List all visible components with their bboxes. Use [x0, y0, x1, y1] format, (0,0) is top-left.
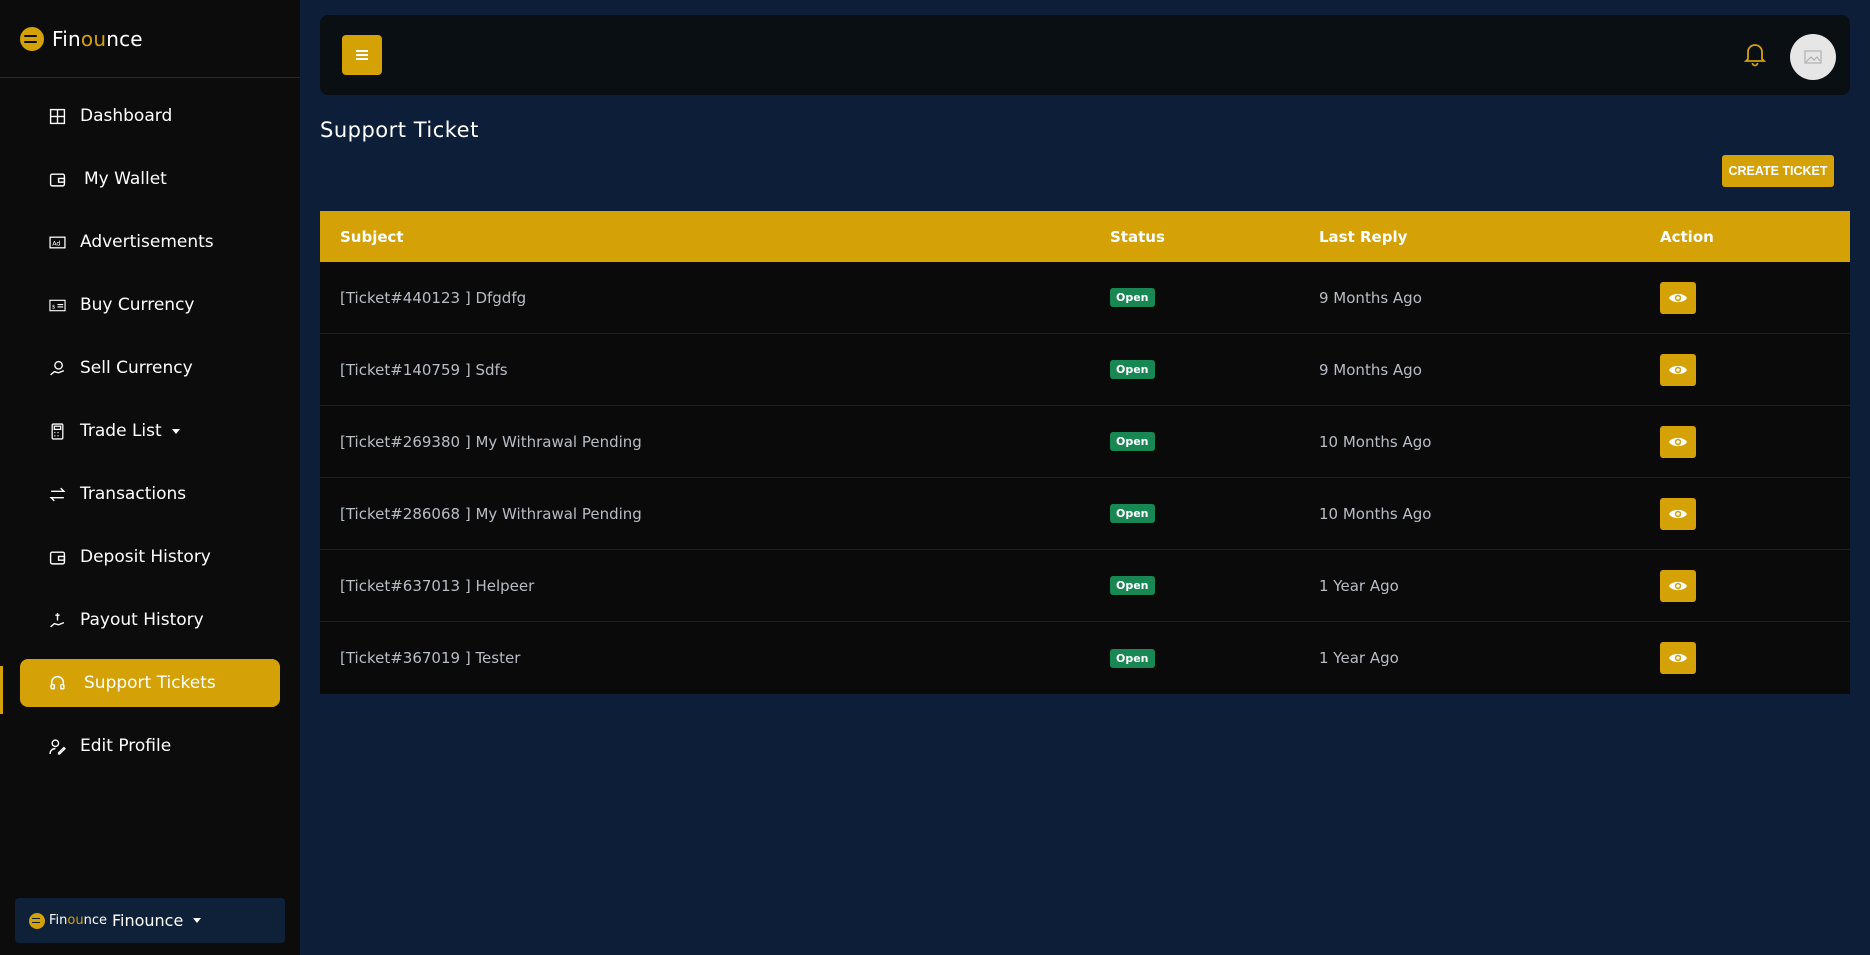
hand-money-icon — [48, 611, 66, 629]
last-reply: 9 Months Ago — [1319, 288, 1422, 307]
sidebar-item-label: My Wallet — [84, 169, 167, 189]
ticket-subject: [Ticket#637013 ] Helpeer — [340, 576, 535, 595]
brand-name: Finounce — [52, 26, 143, 51]
headset-icon — [48, 674, 66, 692]
user-menu[interactable]: Finounce Finounce — [15, 898, 285, 943]
sidebar-item-dashboard[interactable]: Dashboard — [20, 92, 280, 140]
sidebar-item-label: Deposit History — [80, 547, 211, 567]
column-header-last-reply: Last Reply — [1319, 227, 1408, 246]
sidebar-item-label: Support Tickets — [84, 673, 216, 693]
sidebar-nav: Dashboard My Wallet Ad Advertisements $ … — [0, 78, 300, 770]
grid-icon — [48, 107, 66, 125]
logo-icon — [20, 26, 44, 51]
calculator-icon — [48, 422, 66, 440]
tickets-table: Subject Status Last Reply Action [Ticket… — [320, 211, 1850, 694]
view-ticket-button[interactable] — [1660, 353, 1696, 386]
status-badge: Open — [1110, 360, 1155, 379]
status-badge: Open — [1110, 504, 1155, 523]
column-header-status: Status — [1110, 227, 1165, 246]
eye-icon — [1669, 293, 1687, 302]
sidebar-item-label: Advertisements — [80, 232, 214, 252]
sidebar-item-edit-profile[interactable]: Edit Profile — [20, 722, 280, 770]
logo-icon — [29, 912, 45, 929]
chevron-down-icon — [193, 918, 202, 923]
exchange-icon — [48, 485, 66, 503]
page-title: Support Ticket — [320, 118, 479, 142]
user-name: Finounce — [111, 911, 184, 930]
view-ticket-button[interactable] — [1660, 569, 1696, 602]
hand-coin-icon — [48, 359, 66, 377]
column-header-subject: Subject — [340, 227, 404, 246]
last-reply: 10 Months Ago — [1319, 504, 1432, 523]
footer-brand: Finounce — [49, 913, 107, 928]
last-reply: 1 Year Ago — [1319, 649, 1399, 667]
table-row: [Ticket#140759 ] Sdfs Open 9 Months Ago — [320, 334, 1850, 406]
ad-icon: Ad — [48, 233, 66, 251]
status-badge: Open — [1110, 432, 1155, 451]
sidebar-item-buy-currency[interactable]: $ Buy Currency — [20, 281, 280, 329]
create-ticket-button[interactable]: CREATE TICKET — [1722, 155, 1834, 187]
last-reply: 10 Months Ago — [1319, 432, 1432, 451]
menu-toggle-button[interactable] — [342, 35, 382, 75]
sidebar-item-deposit-history[interactable]: Deposit History — [20, 533, 280, 581]
bell-icon — [1744, 44, 1766, 67]
notifications-button[interactable] — [1740, 39, 1770, 69]
sidebar-item-label: Trade List — [80, 421, 162, 441]
user-edit-icon — [48, 737, 66, 755]
eye-icon — [1669, 653, 1687, 663]
sidebar-item-label: Transactions — [80, 484, 187, 504]
sidebar-item-my-wallet[interactable]: My Wallet — [20, 155, 280, 203]
chevron-down-icon — [171, 428, 180, 434]
last-reply: 1 Year Ago — [1319, 576, 1399, 595]
table-row: [Ticket#440123 ] Dfgdfg Open 9 Months Ag… — [320, 262, 1850, 334]
table-header: Subject Status Last Reply Action — [320, 211, 1850, 262]
view-ticket-button[interactable] — [1660, 497, 1696, 530]
svg-text:$: $ — [51, 304, 55, 310]
status-badge: Open — [1110, 648, 1155, 668]
sidebar-item-support-tickets[interactable]: Support Tickets — [20, 659, 280, 707]
avatar[interactable] — [1790, 34, 1836, 80]
view-ticket-button[interactable] — [1660, 425, 1696, 458]
view-ticket-button[interactable] — [1660, 281, 1696, 314]
wallet-icon — [48, 548, 66, 566]
sidebar-item-transactions[interactable]: Transactions — [20, 470, 280, 518]
table-row: [Ticket#286068 ] My Withrawal Pending Op… — [320, 478, 1850, 550]
ticket-subject: [Ticket#140759 ] Sdfs — [340, 360, 508, 379]
eye-icon — [1669, 509, 1687, 518]
last-reply: 9 Months Ago — [1319, 360, 1422, 379]
sidebar-item-payout-history[interactable]: Payout History — [20, 596, 280, 644]
view-ticket-button[interactable] — [1660, 642, 1696, 674]
sidebar-item-trade-list[interactable]: Trade List — [20, 407, 280, 455]
status-badge: Open — [1110, 576, 1155, 595]
wallet-icon — [48, 170, 66, 188]
status-badge: Open — [1110, 288, 1155, 307]
sidebar-item-label: Sell Currency — [80, 358, 193, 378]
sidebar: Finounce Dashboard My Wallet Ad Advertis… — [0, 0, 300, 955]
image-placeholder-icon — [1804, 50, 1822, 64]
ticket-subject: [Ticket#269380 ] My Withrawal Pending — [340, 432, 642, 451]
sidebar-item-advertisements[interactable]: Ad Advertisements — [20, 218, 280, 266]
eye-icon — [1669, 365, 1687, 374]
sidebar-item-label: Payout History — [80, 610, 204, 630]
ticket-subject: [Ticket#367019 ] Tester — [340, 649, 521, 667]
table-row: [Ticket#269380 ] My Withrawal Pending Op… — [320, 406, 1850, 478]
ticket-subject: [Ticket#286068 ] My Withrawal Pending — [340, 504, 642, 523]
top-header — [320, 15, 1850, 95]
eye-icon — [1669, 437, 1687, 446]
table-row: [Ticket#637013 ] Helpeer Open 1 Year Ago — [320, 550, 1850, 622]
sidebar-item-label: Edit Profile — [80, 736, 172, 756]
svg-text:Ad: Ad — [52, 239, 60, 247]
money-icon: $ — [48, 296, 66, 314]
sidebar-item-sell-currency[interactable]: Sell Currency — [20, 344, 280, 392]
hamburger-icon — [356, 54, 368, 56]
ticket-subject: [Ticket#440123 ] Dfgdfg — [340, 288, 527, 307]
sidebar-item-label: Buy Currency — [80, 295, 195, 315]
brand-logo[interactable]: Finounce — [0, 0, 300, 78]
active-indicator — [0, 666, 3, 714]
column-header-action: Action — [1660, 227, 1714, 246]
table-row: [Ticket#367019 ] Tester Open 1 Year Ago — [320, 622, 1850, 694]
eye-icon — [1669, 581, 1687, 590]
sidebar-item-label: Dashboard — [80, 106, 173, 126]
